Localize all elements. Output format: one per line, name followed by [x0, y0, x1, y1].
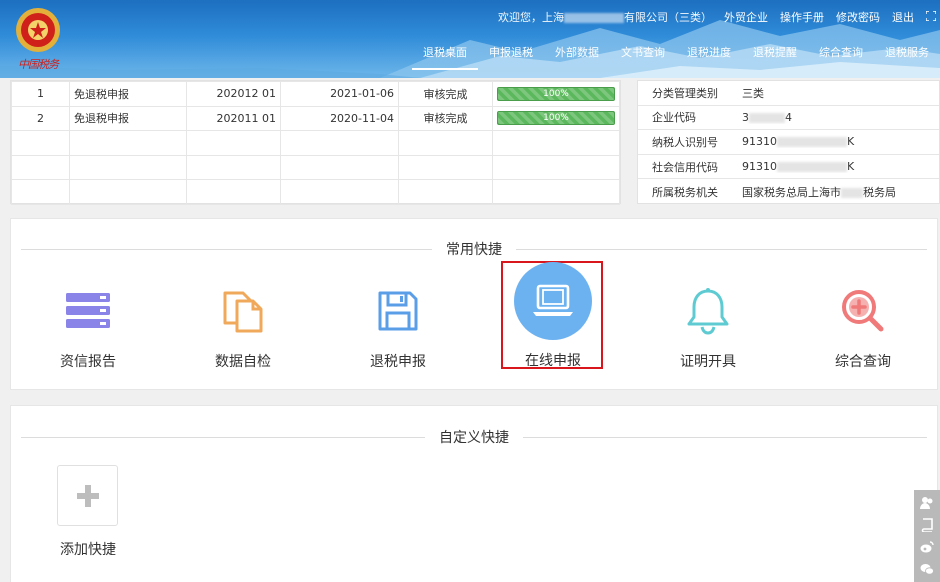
- fullscreen-icon[interactable]: [925, 9, 937, 24]
- link-logout[interactable]: 退出: [892, 9, 914, 25]
- info-row-company-code: 企业代码 34: [638, 106, 939, 131]
- declare-period: 202011 01: [186, 105, 281, 132]
- progress-bar: 100%: [497, 86, 615, 101]
- tax-emblem-icon: [14, 6, 62, 54]
- row-number: 2: [11, 105, 70, 132]
- status-text: 审核完成: [398, 105, 493, 132]
- declare-date: 2021-01-06: [280, 81, 399, 107]
- redacted-value: [841, 187, 863, 198]
- side-toolbar: [914, 490, 940, 582]
- nav-tab-progress[interactable]: 退税进度: [676, 46, 742, 70]
- panel-title-line: 自定义快捷: [21, 427, 927, 447]
- link-change-password[interactable]: 修改密码: [836, 9, 880, 25]
- add-shortcut-label: 添加快捷: [60, 542, 116, 558]
- shortcut-label: 在线申报: [525, 353, 581, 369]
- floppy-disk-icon: [358, 271, 438, 351]
- emblem-text: 中国税务: [18, 58, 59, 71]
- redacted-value: [749, 112, 785, 123]
- custom-shortcuts-panel: 自定义快捷 添加快捷: [10, 405, 938, 582]
- nav-tab-service[interactable]: 退税服务: [874, 46, 940, 70]
- nav-tab-reminder[interactable]: 退税提醒: [742, 46, 808, 70]
- main-nav: 退税桌面 申报退税 外部数据 文书查询 退税进度 退税提醒 综合查询 退税服务: [412, 46, 940, 70]
- table-row[interactable]: 1 免退税申报 202012 01 2021-01-06 审核完成 100%: [11, 81, 620, 107]
- link-foreign-trade[interactable]: 外贸企业: [724, 9, 768, 25]
- add-shortcut-button[interactable]: [57, 465, 118, 526]
- shortcut-credit-report[interactable]: 资信报告: [28, 271, 148, 371]
- nav-tab-desktop[interactable]: 退税桌面: [412, 46, 478, 70]
- weibo-icon[interactable]: [920, 540, 934, 554]
- declare-type: 免退税申报: [69, 81, 187, 107]
- plus-icon: [76, 484, 99, 507]
- shortcut-label: 证明开具: [680, 354, 736, 370]
- shortcut-label: 资信报告: [60, 354, 116, 370]
- shortcut-label: 数据自检: [215, 354, 271, 370]
- declaration-table: 1 免退税申报 202012 01 2021-01-06 审核完成 100% 2…: [11, 81, 620, 205]
- wechat-icon[interactable]: [920, 562, 934, 576]
- panel-title: 常用快捷: [432, 239, 516, 259]
- shortcut-label: 综合查询: [835, 354, 891, 370]
- shortcut-refund-declare[interactable]: 退税申报: [338, 271, 458, 371]
- progress-bar: 100%: [497, 111, 615, 126]
- row-number: 1: [11, 81, 70, 107]
- progress-cell: 100%: [492, 105, 620, 132]
- customer-service-icon[interactable]: [920, 496, 934, 510]
- welcome-text: 欢迎您，上海 有限公司（三类）: [498, 11, 712, 24]
- common-shortcuts-panel: 常用快捷 资信报告 数据自检 退税申报 在线申报 证明开具 综合查询: [10, 218, 938, 390]
- empty-row: [11, 179, 620, 205]
- header: 中国税务 欢迎您，上海 有限公司（三类） 外贸企业 操作手册 修改密码 退出 退税…: [0, 0, 940, 78]
- redacted-name: [564, 13, 624, 23]
- empty-row: [11, 154, 620, 181]
- nav-tab-query[interactable]: 综合查询: [808, 46, 874, 70]
- declaration-table-card: 1 免退税申报 202012 01 2021-01-06 审核完成 100% 2…: [10, 80, 621, 205]
- table-row[interactable]: 2 免退税申报 202011 01 2020-11-04 审核完成 100%: [11, 105, 620, 132]
- redacted-value: [777, 162, 847, 173]
- panel-title-line: 常用快捷: [21, 239, 927, 259]
- info-row-credit-code: 社会信用代码 91310 K: [638, 155, 939, 180]
- declare-period: 202012 01: [186, 81, 281, 107]
- laptop-icon: [514, 262, 592, 340]
- top-links-bar: 欢迎您，上海 有限公司（三类） 外贸企业 操作手册 修改密码 退出: [498, 9, 937, 25]
- progress-cell: 100%: [492, 81, 620, 107]
- link-manual[interactable]: 操作手册: [780, 9, 824, 25]
- status-text: 审核完成: [398, 81, 493, 107]
- book-icon[interactable]: [920, 518, 934, 532]
- panel-title: 自定义快捷: [425, 427, 523, 447]
- nav-tab-declare[interactable]: 申报退税: [478, 46, 544, 70]
- shortcut-general-query[interactable]: 综合查询: [803, 271, 923, 371]
- company-info-card: 分类管理类别 三类 企业代码 34 纳税人识别号 91310 K 社会信用代码 9…: [637, 80, 940, 204]
- nav-tab-external-data[interactable]: 外部数据: [544, 46, 610, 70]
- shortcut-online-declare[interactable]: 在线申报: [493, 262, 613, 370]
- info-row-tax-authority: 所属税务机关 国家税务总局上海市 税务局: [652, 185, 896, 199]
- data-check-icon: [203, 271, 283, 351]
- nav-tab-document-query[interactable]: 文书查询: [610, 46, 676, 70]
- shortcut-label: 退税申报: [370, 354, 426, 370]
- credit-report-icon: [48, 271, 128, 351]
- declare-type: 免退税申报: [69, 105, 187, 132]
- zoom-in-icon: [823, 271, 903, 351]
- redacted-value: [777, 137, 847, 148]
- shortcut-certificate[interactable]: 证明开具: [648, 271, 768, 371]
- info-row-taxpayer-id: 纳税人识别号 91310 K: [638, 130, 939, 155]
- bell-icon: [668, 271, 748, 351]
- empty-row: [11, 130, 620, 156]
- declare-date: 2020-11-04: [280, 105, 399, 132]
- shortcut-data-check[interactable]: 数据自检: [183, 271, 303, 371]
- info-row-category: 分类管理类别 三类: [638, 81, 939, 106]
